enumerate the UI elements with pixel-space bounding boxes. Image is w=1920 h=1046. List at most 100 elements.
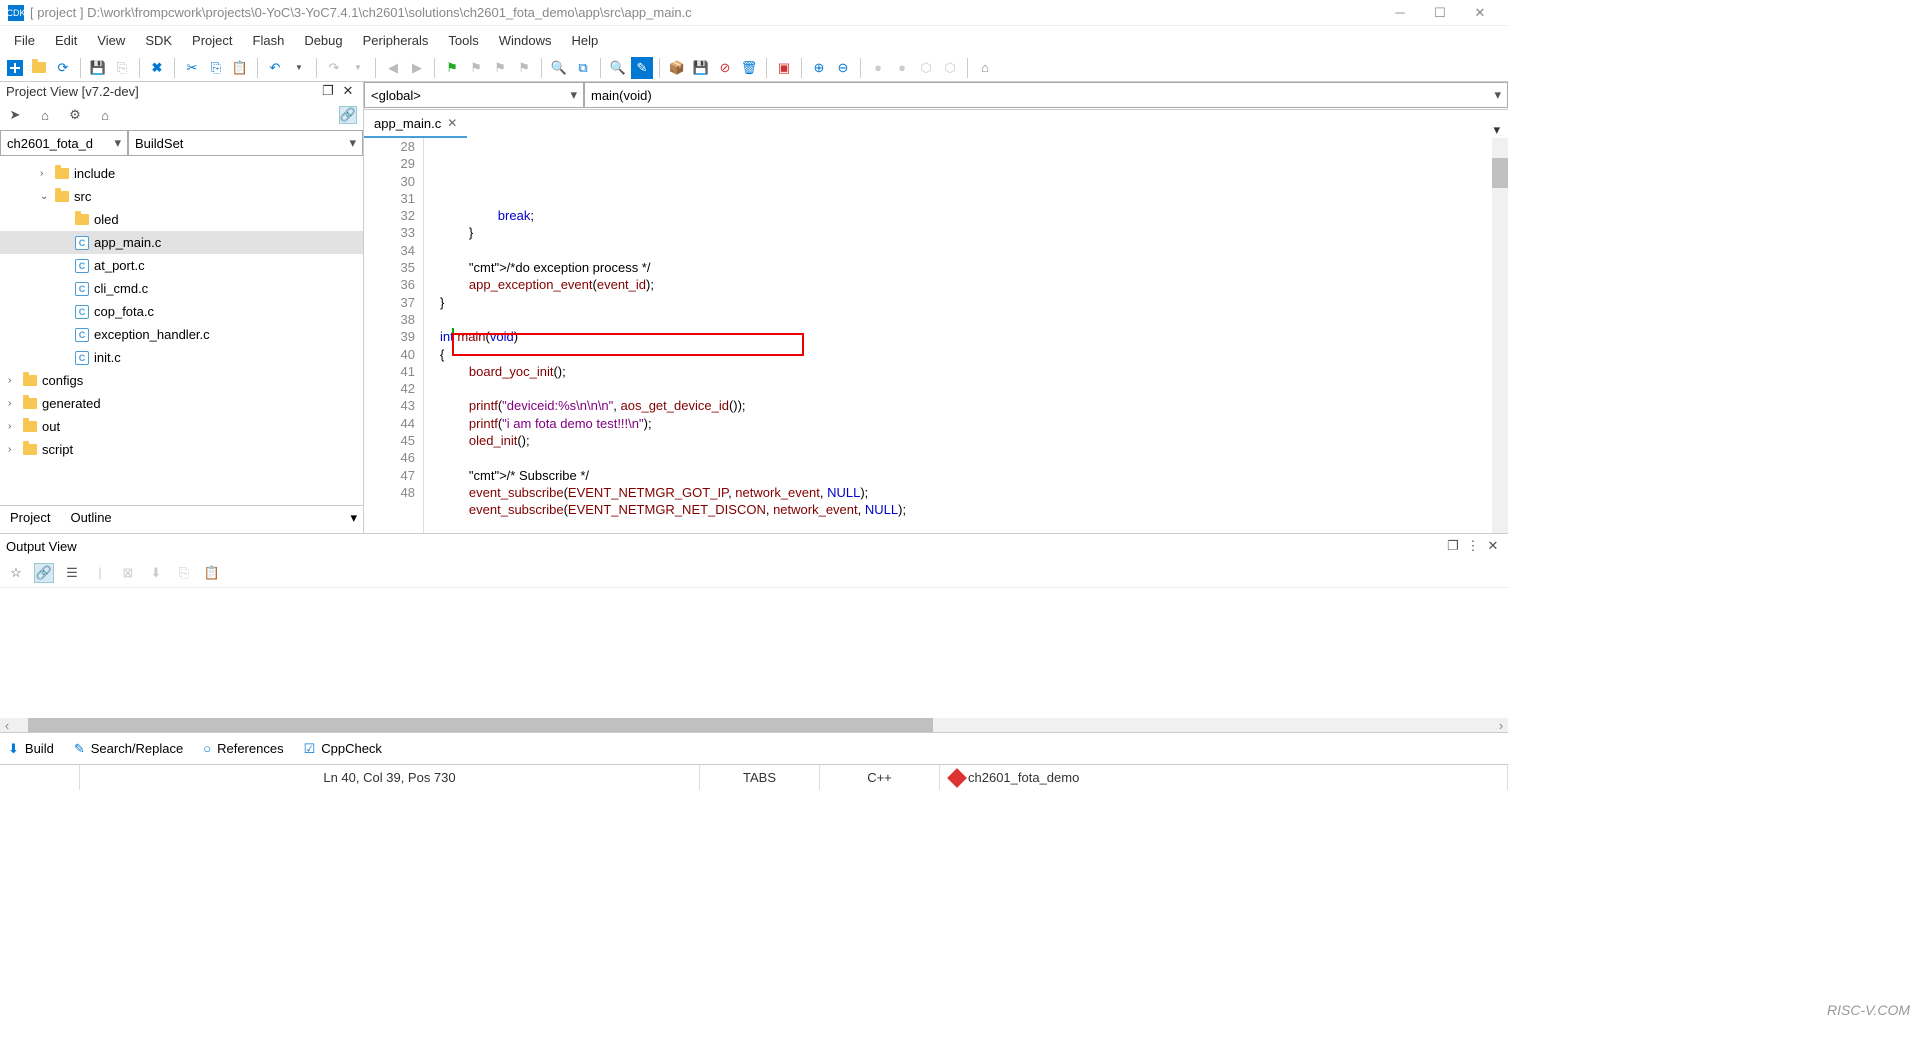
vscrollbar[interactable] (1492, 138, 1508, 533)
tab-close-icon[interactable]: ✕ (447, 116, 457, 130)
dot1-icon[interactable]: ● (867, 57, 889, 79)
out-x-icon[interactable]: ⊠ (118, 563, 138, 583)
tab-project[interactable]: Project (0, 506, 60, 533)
tree-icon[interactable]: ⚙ (66, 106, 84, 124)
project-select[interactable]: ch2601_fota_d (0, 130, 128, 156)
out-link-icon[interactable]: 🔗 (34, 563, 54, 583)
home-icon[interactable]: ⌂ (974, 57, 996, 79)
tree-item-init-c[interactable]: Cinit.c (0, 346, 363, 369)
undo-dd-icon[interactable]: ▼ (288, 57, 310, 79)
output-menu-icon[interactable]: ⋮ (1464, 537, 1482, 555)
scope-global-select[interactable]: <global> (364, 82, 584, 108)
nav-back-icon[interactable]: ◀ (382, 57, 404, 79)
tabs-overflow-icon[interactable]: ▾ (1485, 122, 1508, 138)
highlight-icon[interactable]: ✎ (631, 57, 653, 79)
box-icon[interactable]: 📦 (666, 57, 688, 79)
tree-item-out[interactable]: ›out (0, 415, 363, 438)
dot2-icon[interactable]: ● (891, 57, 913, 79)
flag-icon[interactable]: ⚑ (441, 57, 463, 79)
out-star-icon[interactable]: ☆ (6, 563, 26, 583)
menu-peripherals[interactable]: Peripherals (353, 29, 439, 52)
flag3-icon[interactable]: ⚑ (489, 57, 511, 79)
output-close-icon[interactable]: ✕ (1484, 537, 1502, 555)
tree-item-src[interactable]: ⌄src (0, 185, 363, 208)
chip-icon[interactable]: ▣ (773, 57, 795, 79)
tab-app-main[interactable]: app_main.c ✕ (364, 110, 467, 138)
trash-icon[interactable]: 🗑 (738, 57, 760, 79)
dot4-icon[interactable]: ⬡ (939, 57, 961, 79)
link-icon[interactable]: 🔗 (339, 106, 357, 124)
dot3-icon[interactable]: ⬡ (915, 57, 937, 79)
code-text[interactable]: break; } "cmt">/*do exception process */… (440, 138, 1492, 533)
restore-panel-icon[interactable]: ❐ (319, 82, 337, 100)
copy-icon[interactable]: ⎘ (205, 57, 227, 79)
tree-item-script[interactable]: ›script (0, 438, 363, 461)
close-x-icon[interactable]: ✖ (146, 57, 168, 79)
tree-item-include[interactable]: ›include (0, 162, 363, 185)
redo-dd-icon[interactable]: ▼ (347, 57, 369, 79)
menu-flash[interactable]: Flash (243, 29, 295, 52)
side-icons: ➤ ⌂ ⚙ ⌂ 🔗 (0, 100, 363, 130)
menu-tools[interactable]: Tools (438, 29, 488, 52)
out-down-icon[interactable]: ⬇ (146, 563, 166, 583)
menu-help[interactable]: Help (562, 29, 609, 52)
open-icon[interactable] (28, 57, 50, 79)
tree-item-exception_handler-c[interactable]: Cexception_handler.c (0, 323, 363, 346)
tab-outline[interactable]: Outline (60, 506, 363, 533)
output-restore-icon[interactable]: ❐ (1444, 537, 1462, 555)
close-button[interactable]: ✕ (1460, 0, 1500, 26)
tree-item-generated[interactable]: ›generated (0, 392, 363, 415)
build-button[interactable]: ⬇Build (8, 741, 54, 757)
undo-icon[interactable]: ↶ (264, 57, 286, 79)
home2-icon[interactable]: ⌂ (36, 106, 54, 124)
buildset-select[interactable]: BuildSet (128, 130, 363, 156)
tab-label: app_main.c (374, 116, 441, 131)
find-icon[interactable]: 🔍 (548, 57, 570, 79)
disk-icon[interactable]: 💾 (690, 57, 712, 79)
output-hscroll[interactable]: ‹ › (0, 718, 1508, 732)
house-icon[interactable]: ⌂ (96, 106, 114, 124)
search-replace-button[interactable]: ✎Search/Replace (74, 741, 183, 757)
paste-icon[interactable]: 📋 (229, 57, 251, 79)
project-tree[interactable]: ›include⌄srcoledCapp_main.cCat_port.cCcl… (0, 158, 363, 505)
out-list-icon[interactable]: ☰ (62, 563, 82, 583)
tree-item-at_port-c[interactable]: Cat_port.c (0, 254, 363, 277)
menu-debug[interactable]: Debug (294, 29, 352, 52)
cppcheck-button[interactable]: ☑CppCheck (304, 741, 382, 757)
search-icon[interactable]: 🔍 (607, 57, 629, 79)
menu-project[interactable]: Project (182, 29, 242, 52)
save-icon[interactable]: 💾 (87, 57, 109, 79)
redo-icon[interactable]: ↷ (323, 57, 345, 79)
references-button[interactable]: ○References (203, 741, 283, 756)
out-paste-icon[interactable]: 📋 (202, 563, 222, 583)
save-all-icon[interactable]: ⎘ (111, 57, 133, 79)
tree-item-oled[interactable]: oled (0, 208, 363, 231)
menu-sdk[interactable]: SDK (135, 29, 182, 52)
refresh-icon[interactable]: ⟳ (52, 57, 74, 79)
tree-item-configs[interactable]: ›configs (0, 369, 363, 392)
watermark: RISC-V.COM (1827, 1002, 1910, 1018)
stop-icon[interactable]: ⊘ (714, 57, 736, 79)
menu-file[interactable]: File (4, 29, 45, 52)
tree-item-cli_cmd-c[interactable]: Ccli_cmd.c (0, 277, 363, 300)
flag2-icon[interactable]: ⚑ (465, 57, 487, 79)
scope-func-select[interactable]: main(void) (584, 82, 1508, 108)
menu-windows[interactable]: Windows (489, 29, 562, 52)
tree-item-app_main-c[interactable]: Capp_main.c (0, 231, 363, 254)
tree-item-cop_fota-c[interactable]: Ccop_fota.c (0, 300, 363, 323)
nav-fwd-icon[interactable]: ▶ (406, 57, 428, 79)
close-panel-icon[interactable]: ✕ (339, 82, 357, 100)
menu-edit[interactable]: Edit (45, 29, 87, 52)
zoom-out-icon[interactable]: ⊖ (832, 57, 854, 79)
cut-icon[interactable]: ✂ (181, 57, 203, 79)
menu-view[interactable]: View (87, 29, 135, 52)
new-file-icon[interactable] (4, 57, 26, 79)
out-copy-icon[interactable]: ⎘ (174, 563, 194, 583)
flag4-icon[interactable]: ⚑ (513, 57, 535, 79)
maximize-button[interactable]: ☐ (1420, 0, 1460, 26)
code-area[interactable]: 2829303132333435363738394041424344454647… (364, 138, 1508, 533)
zoom-in-icon[interactable]: ⊕ (808, 57, 830, 79)
find2-icon[interactable]: ⧉ (572, 57, 594, 79)
minimize-button[interactable]: ─ (1380, 0, 1420, 26)
cursor-icon[interactable]: ➤ (6, 106, 24, 124)
